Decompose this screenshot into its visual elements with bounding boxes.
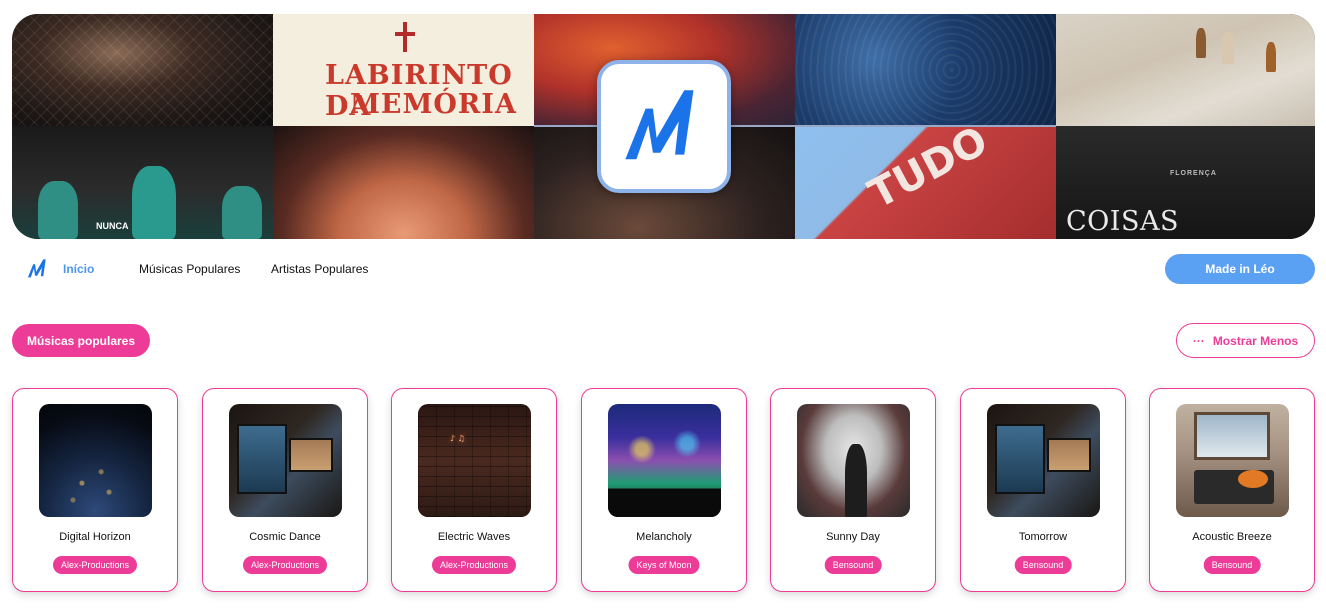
song-title: Sunny Day [826,531,880,543]
nav-home[interactable]: Início [63,262,94,276]
album-cover-tudo: TUDO [795,126,1056,239]
song-cover: ♪ ♫ [418,404,531,517]
song-cover [608,404,721,517]
dots-icon: ··· [1192,333,1205,348]
album-title-line2: MEMÓRIA [350,89,517,120]
album-cover-tile [795,14,1056,126]
artist-badge[interactable]: Bensound [1203,556,1261,574]
m-logo-icon [625,89,694,159]
album-cover-beach [1056,14,1315,126]
nav-popular-songs[interactable]: Músicas Populares [139,262,240,276]
album-title: COISAS ESTRANHAS [1066,206,1251,239]
album-title: NUNCA [96,221,129,231]
song-card[interactable]: Acoustic Breeze Bensound [1149,388,1315,592]
section-title: Músicas populares [12,324,150,357]
song-card[interactable]: Tomorrow Bensound [960,388,1126,592]
app-logo [597,60,731,193]
hero-banner: LABIRINTO DA MEMÓRIA NUNCA TUDO FLORENÇA… [12,14,1315,239]
artist-badge[interactable]: Alex-Productions [52,556,138,574]
song-card[interactable]: ♪ ♫ Electric Waves Alex-Productions [391,388,557,592]
song-card[interactable]: Melancholy Keys of Moon [581,388,747,592]
song-title: Cosmic Dance [249,531,321,543]
show-less-label: Mostrar Menos [1212,333,1299,348]
show-less-button[interactable]: ··· Mostrar Menos [1176,323,1315,358]
artist-badge[interactable]: Alex-Productions [242,556,328,574]
song-card[interactable]: Digital Horizon Alex-Productions [12,388,178,592]
album-cover-coisas: FLORENÇA COISAS ESTRANHAS [1056,126,1315,239]
song-title: Tomorrow [1018,531,1068,543]
made-in-button[interactable]: Made in Léo [1165,254,1315,284]
album-title: TUDO [861,126,996,218]
artist-badge[interactable]: Keys of Moon [628,556,700,574]
song-title: Digital Horizon [59,531,131,543]
cross-icon [395,22,415,52]
song-card[interactable]: Cosmic Dance Alex-Productions [202,388,368,592]
album-artist: FLORENÇA [1170,170,1217,177]
artist-badge[interactable]: Alex-Productions [431,556,517,574]
song-title: Melancholy [636,531,692,543]
song-cover [229,404,342,517]
song-cover [987,404,1100,517]
album-cover-tile [12,14,273,126]
song-title: Acoustic Breeze [1192,531,1272,543]
album-cover-nunca: NUNCA [12,126,273,239]
song-cover [39,404,152,517]
song-card[interactable]: Sunny Day Bensound [770,388,936,592]
song-cover [797,404,910,517]
nav-popular-artists[interactable]: Artistas Populares [271,262,368,276]
nav-logo-icon[interactable] [26,257,50,281]
album-cover-labirinto: LABIRINTO DA MEMÓRIA [273,14,534,126]
song-cover [1176,404,1289,517]
artist-badge[interactable]: Bensound [1014,556,1072,574]
artist-badge[interactable]: Bensound [824,556,882,574]
album-cover-tile [273,126,534,239]
song-title: Electric Waves [437,531,511,543]
